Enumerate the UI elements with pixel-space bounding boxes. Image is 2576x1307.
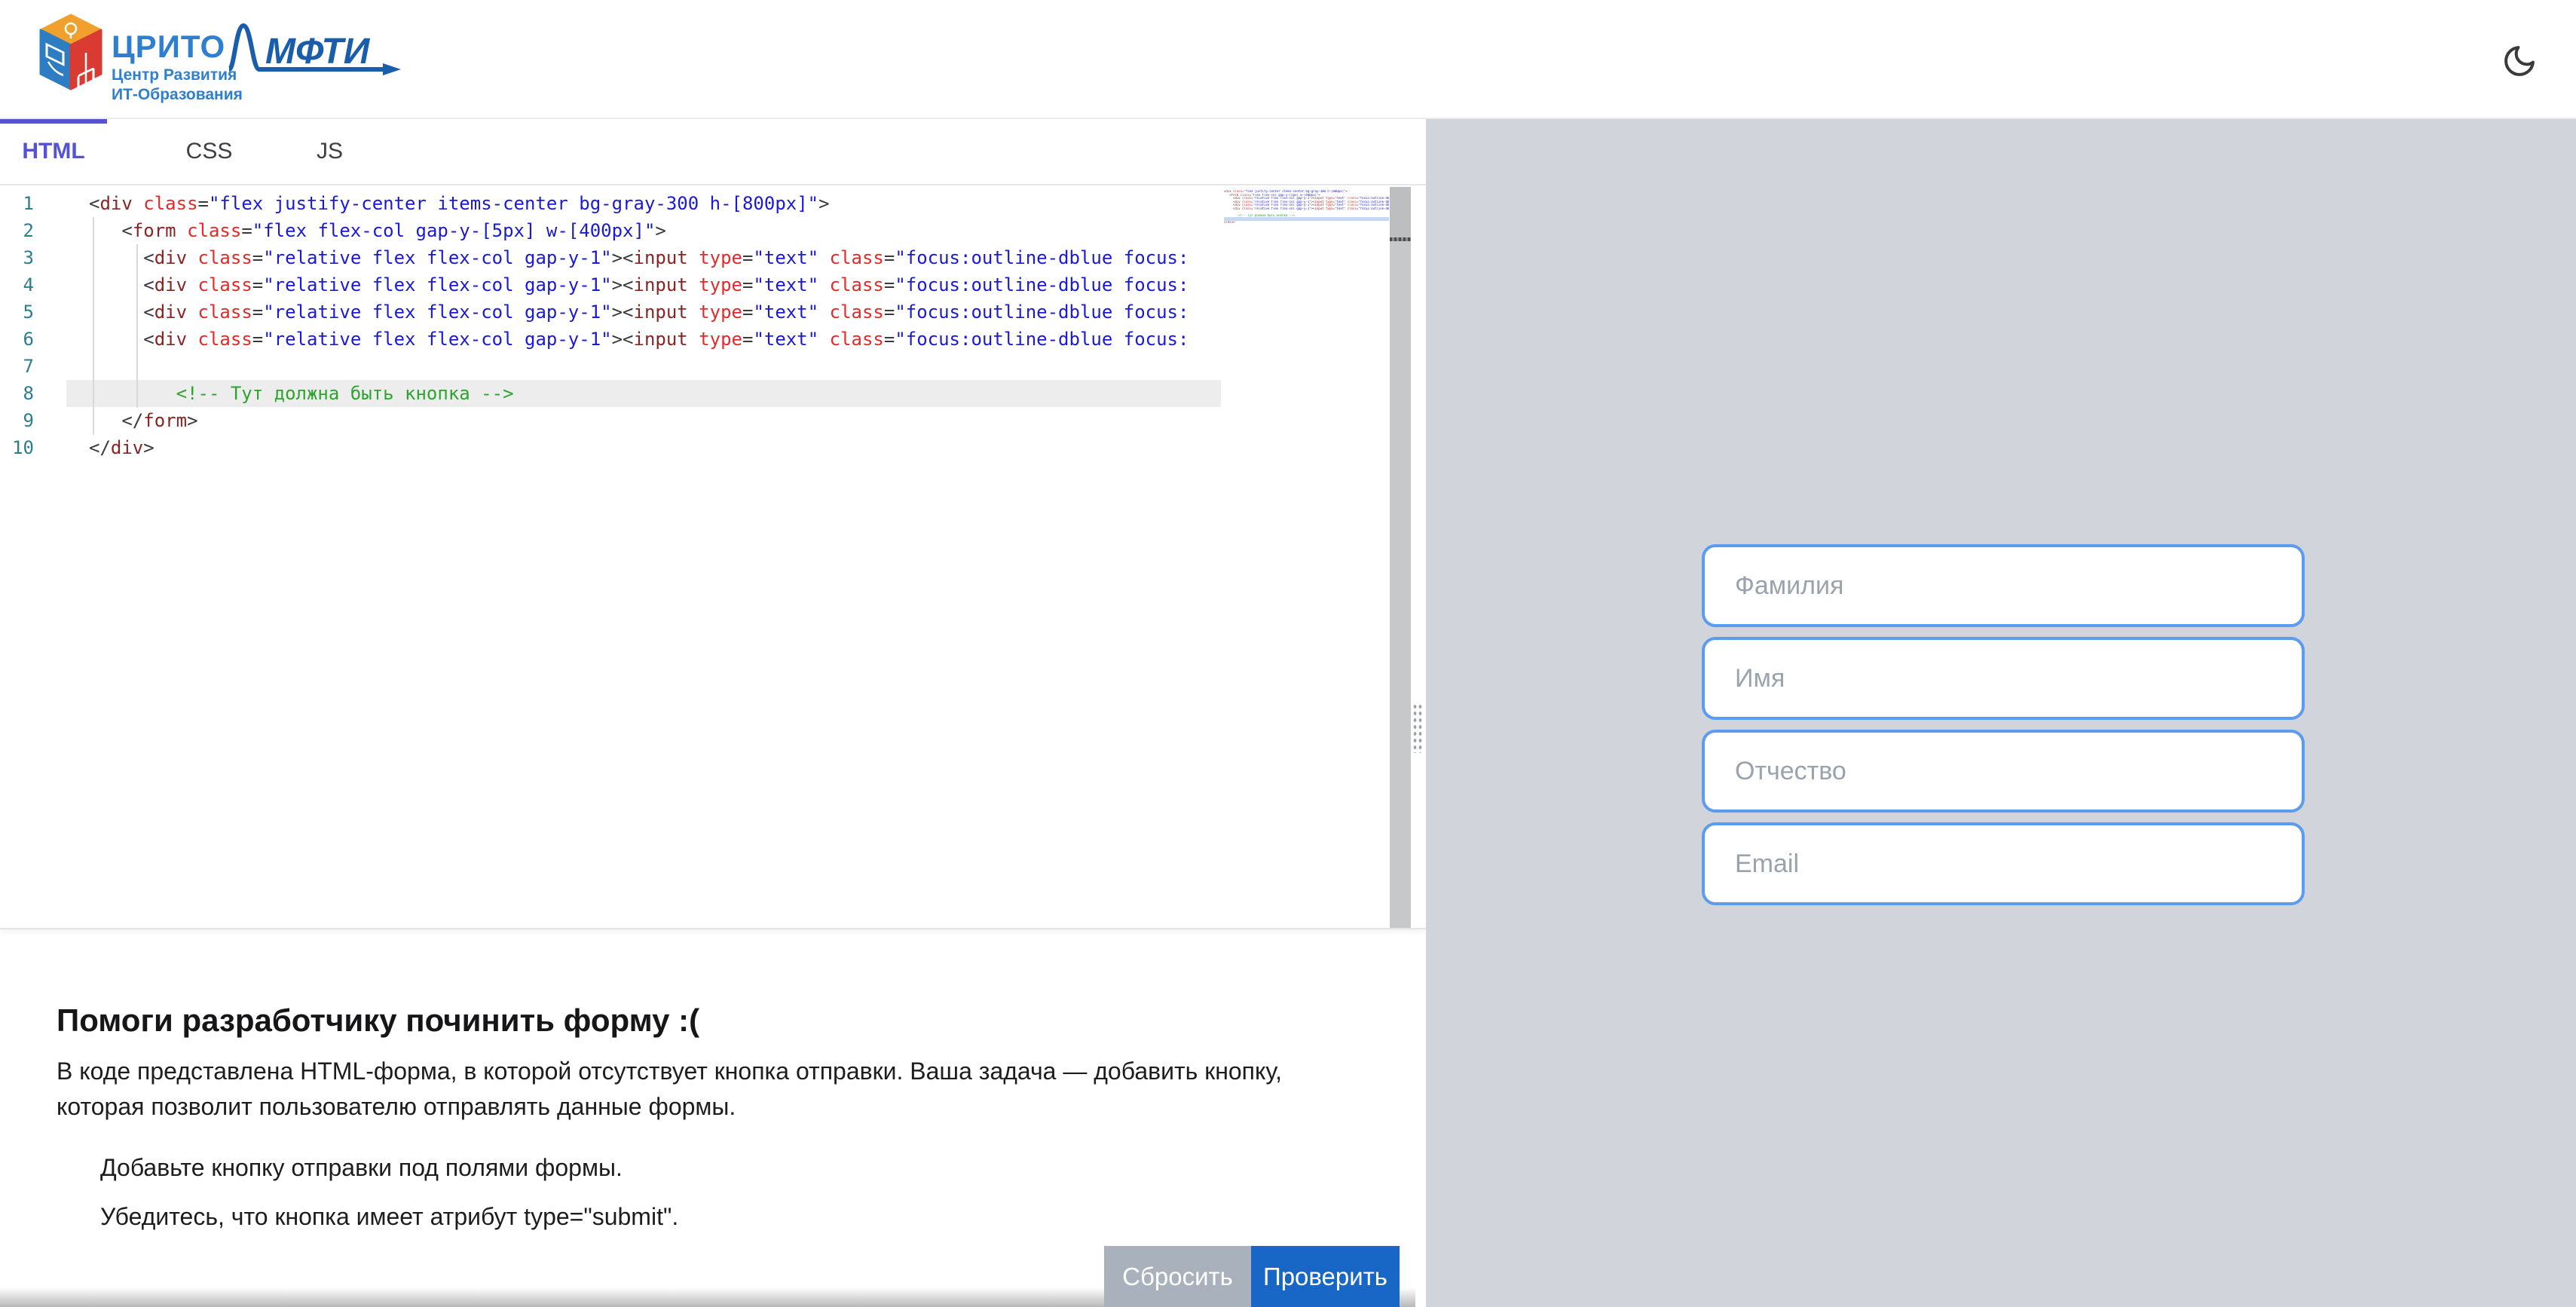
preview-field-отчество[interactable]	[1702, 730, 2305, 813]
svg-text:МФТИ: МФТИ	[265, 32, 371, 72]
code-line: <div class="relative flex flex-col gap-y…	[0, 326, 1221, 353]
code-editor: 12345678910 <div class="flex justify-cen…	[0, 187, 1426, 929]
code-line: <div class="relative flex flex-col gap-y…	[0, 298, 1221, 326]
minimap[interactable]: <div class="flex justify-center items-ce…	[1224, 190, 1389, 280]
code-line: <div class="flex justify-center items-ce…	[0, 190, 1221, 217]
crito-logo-title: ЦРИТО	[112, 29, 225, 65]
theme-toggle-button[interactable]	[2490, 32, 2549, 90]
crito-logo-subtitle-1: Центр Развития	[112, 66, 237, 84]
code-line	[0, 353, 1221, 380]
tab-html[interactable]: HTML	[0, 119, 107, 184]
code-line: </div>	[0, 434, 1221, 461]
preview-field-фамилия[interactable]	[1702, 544, 2305, 627]
preview-panel	[1426, 119, 2576, 1307]
task-steps: Добавьте кнопку отправки под полями форм…	[100, 1153, 678, 1251]
tab-js[interactable]: JS	[279, 119, 381, 184]
page: ЦРИТО Центр Развития ИТ-Образования МФТИ…	[0, 0, 2576, 1307]
editor-scrollbar-thumb[interactable]	[1390, 187, 1411, 237]
preview-field-имя[interactable]	[1702, 637, 2305, 720]
check-button[interactable]: Проверить	[1251, 1246, 1400, 1307]
task-description: В коде представлена HTML-форма, в которо…	[57, 1054, 1345, 1125]
editor-scrollbar-track[interactable]	[1390, 187, 1411, 928]
tab-bar: HTML CSSJS	[0, 119, 1426, 185]
minimap-active-line	[1224, 217, 1389, 221]
preview-field-email[interactable]	[1702, 822, 2305, 905]
code-line: <form class="flex flex-col gap-y-[5px] w…	[0, 217, 1221, 244]
task-step: Убедитесь, что кнопка имеет атрибут type…	[100, 1202, 678, 1231]
code-line: <div class="relative flex flex-col gap-y…	[0, 271, 1221, 298]
code-line: <div class="relative flex flex-col gap-y…	[0, 244, 1221, 271]
mfti-logo: МФТИ	[223, 20, 419, 92]
panel-resize-handle[interactable]	[1412, 703, 1423, 753]
crito-cube-icon	[39, 14, 102, 93]
code-content[interactable]: <div class="flex justify-center items-ce…	[0, 190, 1221, 929]
task-title: Помоги разработчику починить форму :(	[57, 1002, 699, 1039]
reset-button[interactable]: Сбросить	[1104, 1246, 1251, 1307]
tab-css[interactable]: CSS	[151, 119, 268, 184]
moon-icon	[2501, 43, 2538, 79]
task-step: Добавьте кнопку отправки под полями форм…	[100, 1153, 678, 1182]
code-line: <!-- Тут должна быть кнопка -->	[0, 380, 1221, 407]
header: ЦРИТО Центр Развития ИТ-Образования МФТИ	[0, 0, 2576, 119]
code-line: </form>	[0, 407, 1221, 434]
